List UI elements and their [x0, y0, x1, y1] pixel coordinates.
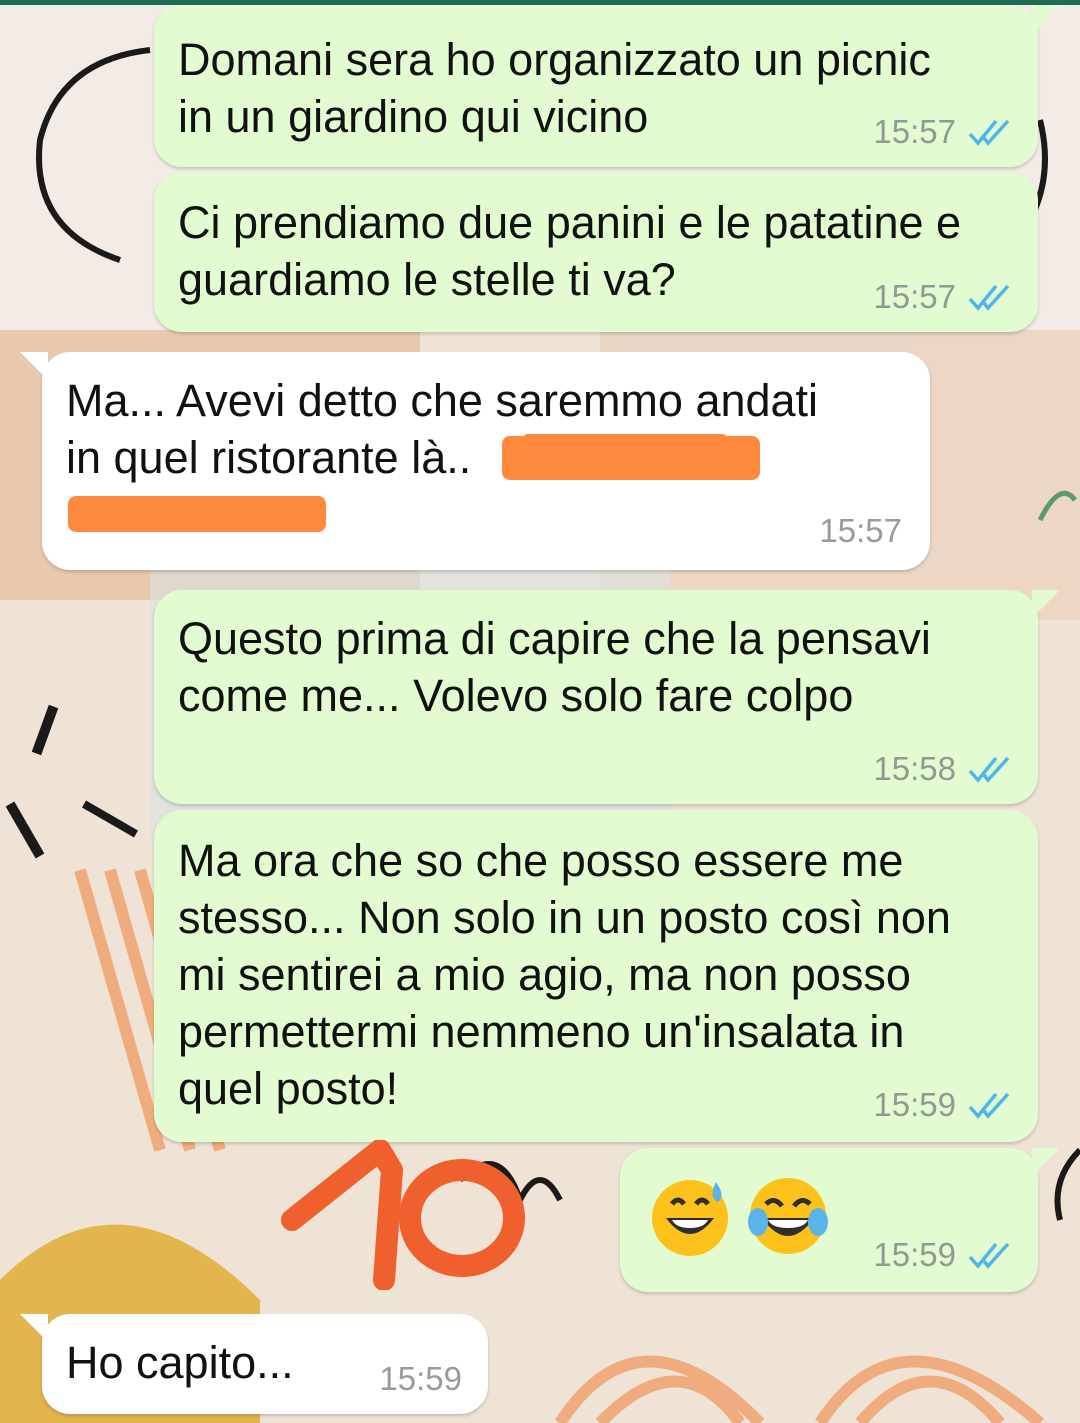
bubble-tail [1032, 590, 1060, 618]
message-text: Domani sera ho organizzato un picnic in … [178, 34, 931, 142]
read-ticks-icon [968, 284, 1010, 311]
message-bubble-outgoing[interactable]: 15:59 [620, 1148, 1060, 1292]
message-bubble-outgoing[interactable]: Ci prendiamo due panini e le patatine e … [154, 172, 1038, 332]
read-ticks-icon [968, 1242, 1010, 1269]
handwritten-annotation [281, 1140, 525, 1290]
tears-of-joy-emoji [748, 1178, 828, 1254]
redaction-block [68, 496, 326, 532]
message-time: 15:57 [819, 512, 902, 549]
bubble-tail [20, 352, 48, 380]
message-bubble-incoming[interactable]: Ma... Avevi detto che saremmo andati in … [20, 352, 930, 570]
read-ticks-icon [968, 1092, 1010, 1119]
message-time: 15:59 [873, 1086, 956, 1123]
message-meta: 15:59 [379, 1360, 462, 1398]
message-bubble-incoming[interactable]: Ho capito... 15:59 [20, 1314, 488, 1414]
bubble-tail [20, 1314, 48, 1342]
message-time: 15:57 [873, 278, 956, 315]
message-text: Ci prendiamo due panini e le patatine e … [178, 197, 962, 305]
message-text: Questo prima di capire che la pensavi co… [178, 613, 931, 721]
message-meta: 15:58 [873, 750, 1014, 788]
message-meta: 15:57 [873, 278, 1014, 316]
read-ticks-icon [968, 119, 1010, 146]
message-meta: 15:59 [873, 1086, 1014, 1124]
message-bubble-outgoing[interactable]: Domani sera ho organizzato un picnic in … [154, 5, 1060, 167]
grinning-sweat-emoji [652, 1180, 728, 1256]
message-time: 15:57 [873, 113, 956, 150]
bubble-tail [1032, 5, 1060, 33]
message-meta: 15:57 [819, 512, 902, 550]
message-time: 15:58 [873, 750, 956, 787]
read-ticks-icon [968, 756, 1010, 783]
message-text: Ho capito... [66, 1337, 294, 1388]
message-text: Ma ora che so che posso essere me stesso… [178, 835, 951, 1114]
message-meta: 15:57 [873, 113, 1014, 151]
message-bubble-outgoing[interactable]: Ma ora che so che posso essere me stesso… [154, 810, 1038, 1142]
message-time: 15:59 [873, 1236, 956, 1273]
message-time: 15:59 [379, 1360, 462, 1397]
message-bubble-outgoing[interactable]: Questo prima di capire che la pensavi co… [154, 590, 1060, 804]
redaction-block [522, 434, 728, 446]
message-meta: 15:59 [873, 1236, 1014, 1274]
bubble-tail [1032, 1148, 1060, 1176]
